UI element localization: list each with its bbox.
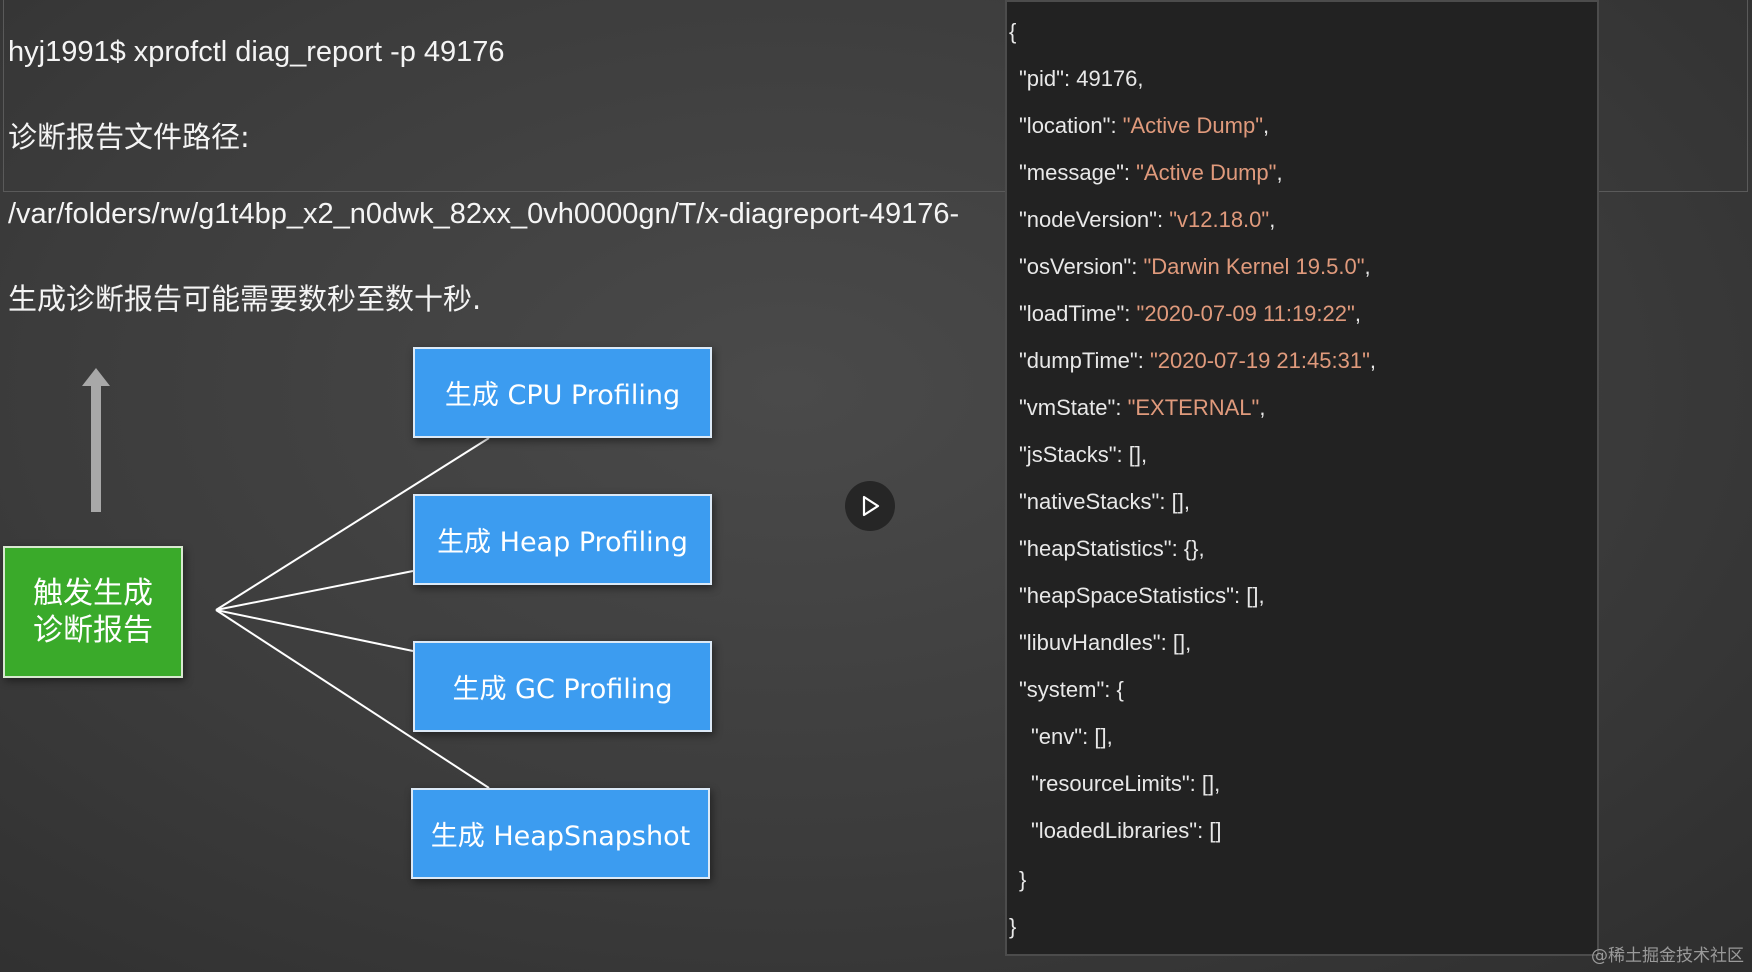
json-value: { [1116, 677, 1124, 702]
json-separator: : [1189, 771, 1202, 796]
json-line: "location": "Active Dump", [1019, 113, 1269, 139]
json-key: "heapStatistics" [1019, 536, 1172, 561]
trigger-line-2: 诊断报告 [33, 613, 153, 648]
json-key: "vmState" [1019, 395, 1116, 420]
json-value: [] [1201, 771, 1215, 796]
json-separator: : [1156, 207, 1170, 232]
json-tail: , [1364, 254, 1371, 279]
json-value: "Active Dump" [1136, 160, 1277, 185]
json-line: "pid": 49176, [1019, 66, 1144, 92]
json-key: "location" [1019, 113, 1111, 138]
json-close-brace: } [1009, 914, 1017, 939]
json-value: "2020-07-09 11:19:22" [1136, 301, 1355, 326]
json-line: "loadTime": "2020-07-09 11:19:22", [1019, 301, 1361, 327]
json-key: "libuvHandles" [1019, 630, 1161, 655]
json-line: "nativeStacks": [], [1019, 489, 1190, 515]
json-value: 49176 [1076, 66, 1138, 91]
play-icon [862, 495, 880, 517]
json-separator: : [1104, 677, 1117, 702]
json-value: [] [1172, 630, 1186, 655]
json-tail: , [1276, 160, 1283, 185]
json-key: "message" [1019, 160, 1124, 185]
json-tail: , [1198, 536, 1205, 561]
json-key: "pid" [1019, 66, 1064, 91]
json-separator: : [1110, 113, 1123, 138]
json-line: "heapStatistics": {}, [1019, 536, 1205, 562]
json-value: [] [1128, 442, 1141, 467]
json-tail: , [1354, 301, 1361, 326]
json-tail: , [1263, 113, 1270, 138]
json-value: "Darwin Kernel 19.5.0" [1143, 254, 1365, 279]
json-tail: , [1185, 630, 1192, 655]
json-separator: : [1233, 583, 1247, 608]
json-value: "v12.18.0" [1169, 207, 1270, 232]
json-line: "libuvHandles": [], [1019, 630, 1191, 656]
json-value: [] [1171, 489, 1184, 514]
json-separator: : [1160, 630, 1173, 655]
json-value: "EXTERNAL" [1127, 395, 1260, 420]
json-separator: : [1063, 66, 1077, 91]
json-line: "env": [], [1031, 724, 1113, 750]
json-key: "resourceLimits" [1031, 771, 1190, 796]
gen-heapsnapshot-box: 生成 HeapSnapshot [411, 788, 710, 879]
json-key: "loadedLibraries" [1031, 818, 1198, 843]
json-line: "resourceLimits": [], [1031, 771, 1220, 797]
json-separator: : [1159, 489, 1172, 514]
json-tail: , [1369, 348, 1376, 373]
json-line: "loadedLibraries": [] [1031, 818, 1222, 844]
watermark: @稀土掘金技术社区 [1591, 946, 1744, 966]
json-separator: : [1131, 254, 1144, 279]
json-line: "jsStacks": [], [1019, 442, 1147, 468]
play-button[interactable] [845, 481, 895, 531]
gen-cpu-profiling-box: 生成 CPU Profiling [413, 347, 712, 438]
json-value: [] [1209, 818, 1222, 843]
json-line: "dumpTime": "2020-07-19 21:45:31", [1019, 348, 1376, 374]
json-value: [] [1246, 583, 1259, 608]
connector-gc [215, 609, 414, 652]
json-tail: , [1214, 771, 1221, 796]
json-separator: : [1197, 818, 1210, 843]
diag-report-json-panel: { "pid": 49176, "location": "Active Dump"… [1005, 0, 1599, 956]
json-tail: , [1137, 66, 1144, 91]
json-key: "jsStacks" [1019, 442, 1117, 467]
json-tail: , [1258, 583, 1265, 608]
json-tail: , [1141, 442, 1148, 467]
json-separator: : [1123, 160, 1137, 185]
json-open-brace: { [1009, 19, 1017, 44]
json-line: "vmState": "EXTERNAL", [1019, 395, 1265, 421]
json-key: "system" [1019, 677, 1105, 702]
json-key: "nodeVersion" [1019, 207, 1157, 232]
json-line: "message": "Active Dump", [1019, 160, 1283, 186]
trigger-line-1: 触发生成 [33, 576, 153, 611]
json-line: "nodeVersion": "v12.18.0", [1019, 207, 1275, 233]
json-value: [] [1094, 724, 1107, 749]
json-tail: , [1269, 207, 1276, 232]
json-separator: : [1116, 442, 1129, 467]
json-tail: , [1183, 489, 1190, 514]
json-value: "Active Dump" [1122, 113, 1264, 138]
json-separator: : [1115, 395, 1128, 420]
json-key: "nativeStacks" [1019, 489, 1160, 514]
json-line: "osVersion": "Darwin Kernel 19.5.0", [1019, 254, 1371, 280]
json-separator: : [1137, 348, 1150, 373]
gen-gc-profiling-box: 生成 GC Profiling [413, 641, 712, 732]
json-key: "dumpTime" [1019, 348, 1138, 373]
gen-heap-profiling-box: 生成 Heap Profiling [413, 494, 712, 585]
json-line: "system": { [1019, 677, 1124, 703]
trigger-report-box: 触发生成 诊断报告 [3, 546, 183, 678]
json-separator: : [1082, 724, 1095, 749]
json-line: "heapSpaceStatistics": [], [1019, 583, 1265, 609]
json-key: "osVersion" [1019, 254, 1132, 279]
json-tail: , [1259, 395, 1266, 420]
json-value: {} [1183, 536, 1199, 561]
json-system-close-brace: } [1019, 867, 1027, 892]
json-tail: , [1106, 724, 1113, 749]
json-separator: : [1124, 301, 1137, 326]
json-key: "env" [1031, 724, 1083, 749]
json-key: "heapSpaceStatistics" [1019, 583, 1234, 608]
json-key: "loadTime" [1019, 301, 1125, 326]
json-separator: : [1171, 536, 1184, 561]
up-arrow-icon [82, 368, 110, 512]
json-value: "2020-07-19 21:45:31" [1149, 348, 1370, 373]
